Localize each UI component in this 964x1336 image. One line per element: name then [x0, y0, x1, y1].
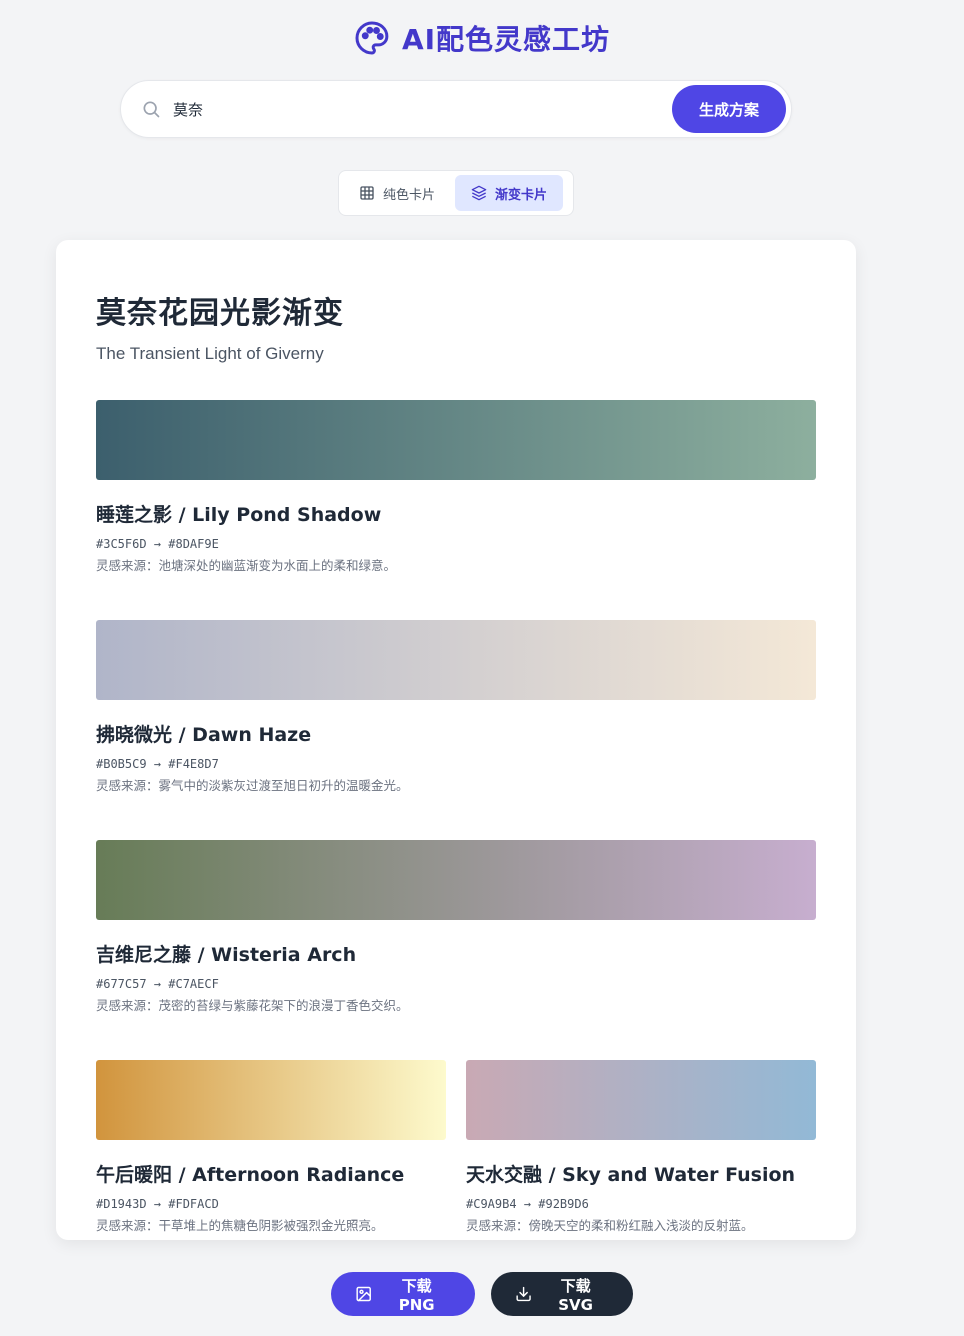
- tab-label: 纯色卡片: [383, 187, 436, 203]
- download-icon: [516, 1286, 531, 1302]
- swatch-codes: #D1943D → #FDFACD: [96, 1197, 219, 1211]
- swatch-lily-pond: 睡莲之影 / Lily Pond Shadow #3C5F6D → #8DAF9…: [96, 400, 816, 574]
- swatch-codes: #C9A9B4 → #92B9D6: [466, 1197, 589, 1211]
- gradient-bar: [96, 1060, 446, 1140]
- palette-icon: [355, 21, 389, 55]
- image-icon: [356, 1286, 371, 1302]
- download-actions: 下载 PNG 下载 SVG: [0, 1272, 964, 1316]
- swatch-codes: #3C5F6D → #8DAF9E: [96, 537, 219, 551]
- swatch-wisteria-arch: 吉维尼之藤 / Wisteria Arch #677C57 → #C7AECF …: [96, 840, 816, 1014]
- gradient-bar: [466, 1060, 816, 1140]
- card-subtitle: The Transient Light of Giverny: [96, 344, 324, 363]
- swatch-name: 拂晓微光 / Dawn Haze: [96, 724, 312, 746]
- grid-icon: [360, 186, 374, 200]
- layers-icon: [471, 185, 487, 201]
- search-input[interactable]: [173, 100, 672, 118]
- swatch-desc: 灵感来源：傍晚天空的柔和粉红融入浅淡的反射蓝。: [466, 1218, 754, 1233]
- swatch-desc: 灵感来源：池塘深处的幽蓝渐变为水面上的柔和绿意。: [96, 558, 397, 573]
- download-png-label: 下载 PNG: [398, 1276, 435, 1314]
- swatch-desc: 灵感来源：干草堆上的焦糖色阴影被强烈金光照亮。: [96, 1218, 384, 1233]
- download-png-button[interactable]: 下载 PNG: [331, 1272, 475, 1316]
- swatch-desc: 灵感来源：茂密的苔绿与紫藤花架下的浪漫丁香色交织。: [96, 998, 409, 1013]
- tab-solid-cards[interactable]: 纯色卡片: [343, 175, 451, 211]
- swatch-codes: #677C57 → #C7AECF: [96, 977, 219, 991]
- swatch-sky-water: 天水交融 / Sky and Water Fusion #C9A9B4 → #9…: [466, 1060, 816, 1234]
- swatch-name: 午后暖阳 / Afternoon Radiance: [96, 1164, 405, 1186]
- swatch-name: 天水交融 / Sky and Water Fusion: [466, 1164, 796, 1186]
- swatch-dawn-haze: 拂晓微光 / Dawn Haze #B0B5C9 → #F4E8D7 灵感来源：…: [96, 620, 816, 794]
- card-title: 莫奈花园光影渐变: [96, 296, 344, 331]
- gradient-bar: [96, 840, 816, 920]
- app-header: AI配色灵感工坊: [0, 18, 964, 58]
- gradient-bar: [96, 400, 816, 480]
- gradient-card: 莫奈花园光影渐变 The Transient Light of Giverny …: [56, 240, 856, 1240]
- download-svg-label: 下载 SVG: [558, 1276, 593, 1314]
- search-icon: [143, 101, 160, 118]
- search-bar: 生成方案: [120, 80, 792, 138]
- swatch-desc: 灵感来源：雾气中的淡紫灰过渡至旭日初升的温暖金光。: [96, 778, 409, 793]
- swatch-afternoon-radiance: 午后暖阳 / Afternoon Radiance #D1943D → #FDF…: [96, 1060, 446, 1234]
- swatch-name: 吉维尼之藤 / Wisteria Arch: [96, 944, 357, 966]
- generate-button[interactable]: 生成方案: [672, 85, 786, 133]
- tab-gradient-cards[interactable]: 渐变卡片: [455, 175, 564, 211]
- download-svg-button[interactable]: 下载 SVG: [491, 1272, 633, 1316]
- swatch-codes: #B0B5C9 → #F4E8D7: [96, 757, 219, 771]
- card-type-tabs: 纯色卡片 渐变卡片: [338, 170, 574, 216]
- swatch-name: 睡莲之影 / Lily Pond Shadow: [96, 504, 382, 526]
- tab-label: 渐变卡片: [495, 187, 548, 203]
- app-title: AI配色灵感工坊: [401, 23, 611, 56]
- gradient-bar: [96, 620, 816, 700]
